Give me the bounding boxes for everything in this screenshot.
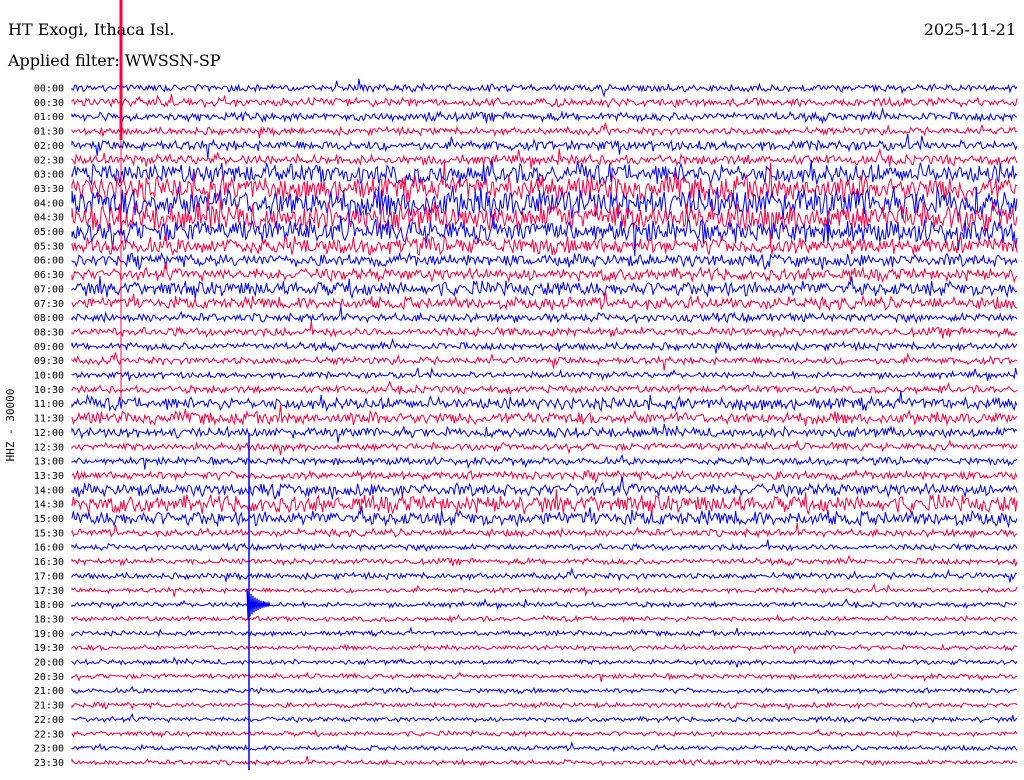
row-label: 00:00 — [34, 84, 64, 95]
row-label: 01:30 — [34, 127, 64, 138]
row-label: 07:00 — [34, 284, 64, 295]
trace-row — [71, 671, 1018, 682]
row-label: 21:00 — [34, 686, 64, 697]
row-label: 14:00 — [34, 485, 64, 496]
helicorder-plot: 00:00 00:30 01:00 01:30 02:00 02:30 03:00 03:30… — [4, 0, 1018, 770]
row-label: 16:00 — [34, 543, 64, 554]
trace-row — [71, 133, 1018, 159]
trace-row — [71, 554, 1018, 567]
row-label: 23:30 — [34, 758, 64, 769]
row-label: 21:30 — [34, 701, 64, 712]
row-label: 09:30 — [34, 356, 64, 367]
trace-row — [71, 755, 1018, 767]
trace-row — [71, 566, 1018, 583]
row-label: 06:30 — [34, 270, 64, 281]
row-label: 17:30 — [34, 586, 64, 597]
trace-row — [71, 685, 1018, 695]
row-label: 22:00 — [34, 715, 64, 726]
trace-row — [71, 712, 1018, 724]
y-axis-label: HHZ - 30000 — [4, 389, 17, 462]
trace-row — [71, 261, 1018, 284]
row-label: 19:00 — [34, 629, 64, 640]
trace-row — [71, 147, 1018, 170]
trace-row — [71, 468, 1018, 484]
trace-row — [71, 741, 1018, 753]
trace-row — [71, 656, 1018, 668]
row-label: 07:30 — [34, 299, 64, 310]
event-earthquake — [246, 588, 271, 620]
trace-row — [71, 626, 1018, 638]
trace-row — [71, 423, 1018, 443]
trace-row — [71, 613, 1018, 624]
row-label: 04:30 — [34, 213, 64, 224]
trace-row — [71, 251, 1018, 271]
row-label: 19:30 — [34, 643, 64, 654]
trace-row — [71, 390, 1018, 413]
row-label: 10:00 — [34, 371, 64, 382]
row-label: 05:00 — [34, 227, 64, 238]
row-label: 16:30 — [34, 557, 64, 568]
row-label: 11:00 — [34, 399, 64, 410]
row-label: 17:00 — [34, 571, 64, 582]
trace-row — [71, 352, 1018, 371]
row-label: 02:30 — [34, 155, 64, 166]
trace-row — [71, 122, 1018, 139]
row-label: 15:30 — [34, 528, 64, 539]
trace-row — [71, 107, 1018, 125]
row-label: 06:00 — [34, 256, 64, 267]
trace-row — [71, 643, 1018, 655]
traces — [71, 78, 1018, 767]
row-label: 14:30 — [34, 500, 64, 511]
trace-row — [71, 405, 1018, 427]
row-label: 18:00 — [34, 600, 64, 611]
trace-row — [71, 276, 1018, 300]
row-label: 18:30 — [34, 614, 64, 625]
row-label: 20:30 — [34, 672, 64, 683]
trace-row — [71, 728, 1018, 739]
trace-row — [71, 78, 1018, 98]
row-label: 13:00 — [34, 457, 64, 468]
row-labels: 00:00 00:30 01:00 01:30 02:00 02:30 03:00 03:30… — [34, 84, 64, 769]
trace-row — [71, 380, 1018, 396]
trace-row — [71, 306, 1018, 325]
row-label: 10:30 — [34, 385, 64, 396]
row-label: 15:00 — [34, 514, 64, 525]
trace-row — [71, 337, 1018, 354]
trace-row — [71, 453, 1018, 470]
row-label: 08:30 — [34, 327, 64, 338]
row-label: 08:00 — [34, 313, 64, 324]
trace-row — [71, 598, 1018, 610]
trace-row — [71, 93, 1018, 109]
row-label: 23:00 — [34, 744, 64, 755]
row-label: 22:30 — [34, 729, 64, 740]
row-label: 13:30 — [34, 471, 64, 482]
row-label: 12:30 — [34, 442, 64, 453]
trace-row — [71, 489, 1018, 516]
row-label: 03:30 — [34, 184, 64, 195]
trace-row — [71, 439, 1018, 456]
trace-row — [71, 321, 1018, 339]
trace-row — [71, 158, 1018, 186]
row-label: 09:00 — [34, 342, 64, 353]
row-label: 00:30 — [34, 98, 64, 109]
row-label: 03:00 — [34, 170, 64, 181]
row-label: 11:30 — [34, 414, 64, 425]
trace-row — [71, 366, 1018, 381]
trace-row — [71, 582, 1018, 597]
row-label: 04:00 — [34, 198, 64, 209]
trace-row — [71, 539, 1018, 552]
row-label: 02:00 — [34, 141, 64, 152]
trace-row — [71, 506, 1018, 529]
row-label: 05:30 — [34, 241, 64, 252]
trace-row — [71, 701, 1018, 711]
row-label: 01:00 — [34, 112, 64, 123]
trace-row — [71, 523, 1018, 539]
row-label: 20:00 — [34, 658, 64, 669]
trace-row — [71, 476, 1018, 501]
row-label: 12:00 — [34, 428, 64, 439]
